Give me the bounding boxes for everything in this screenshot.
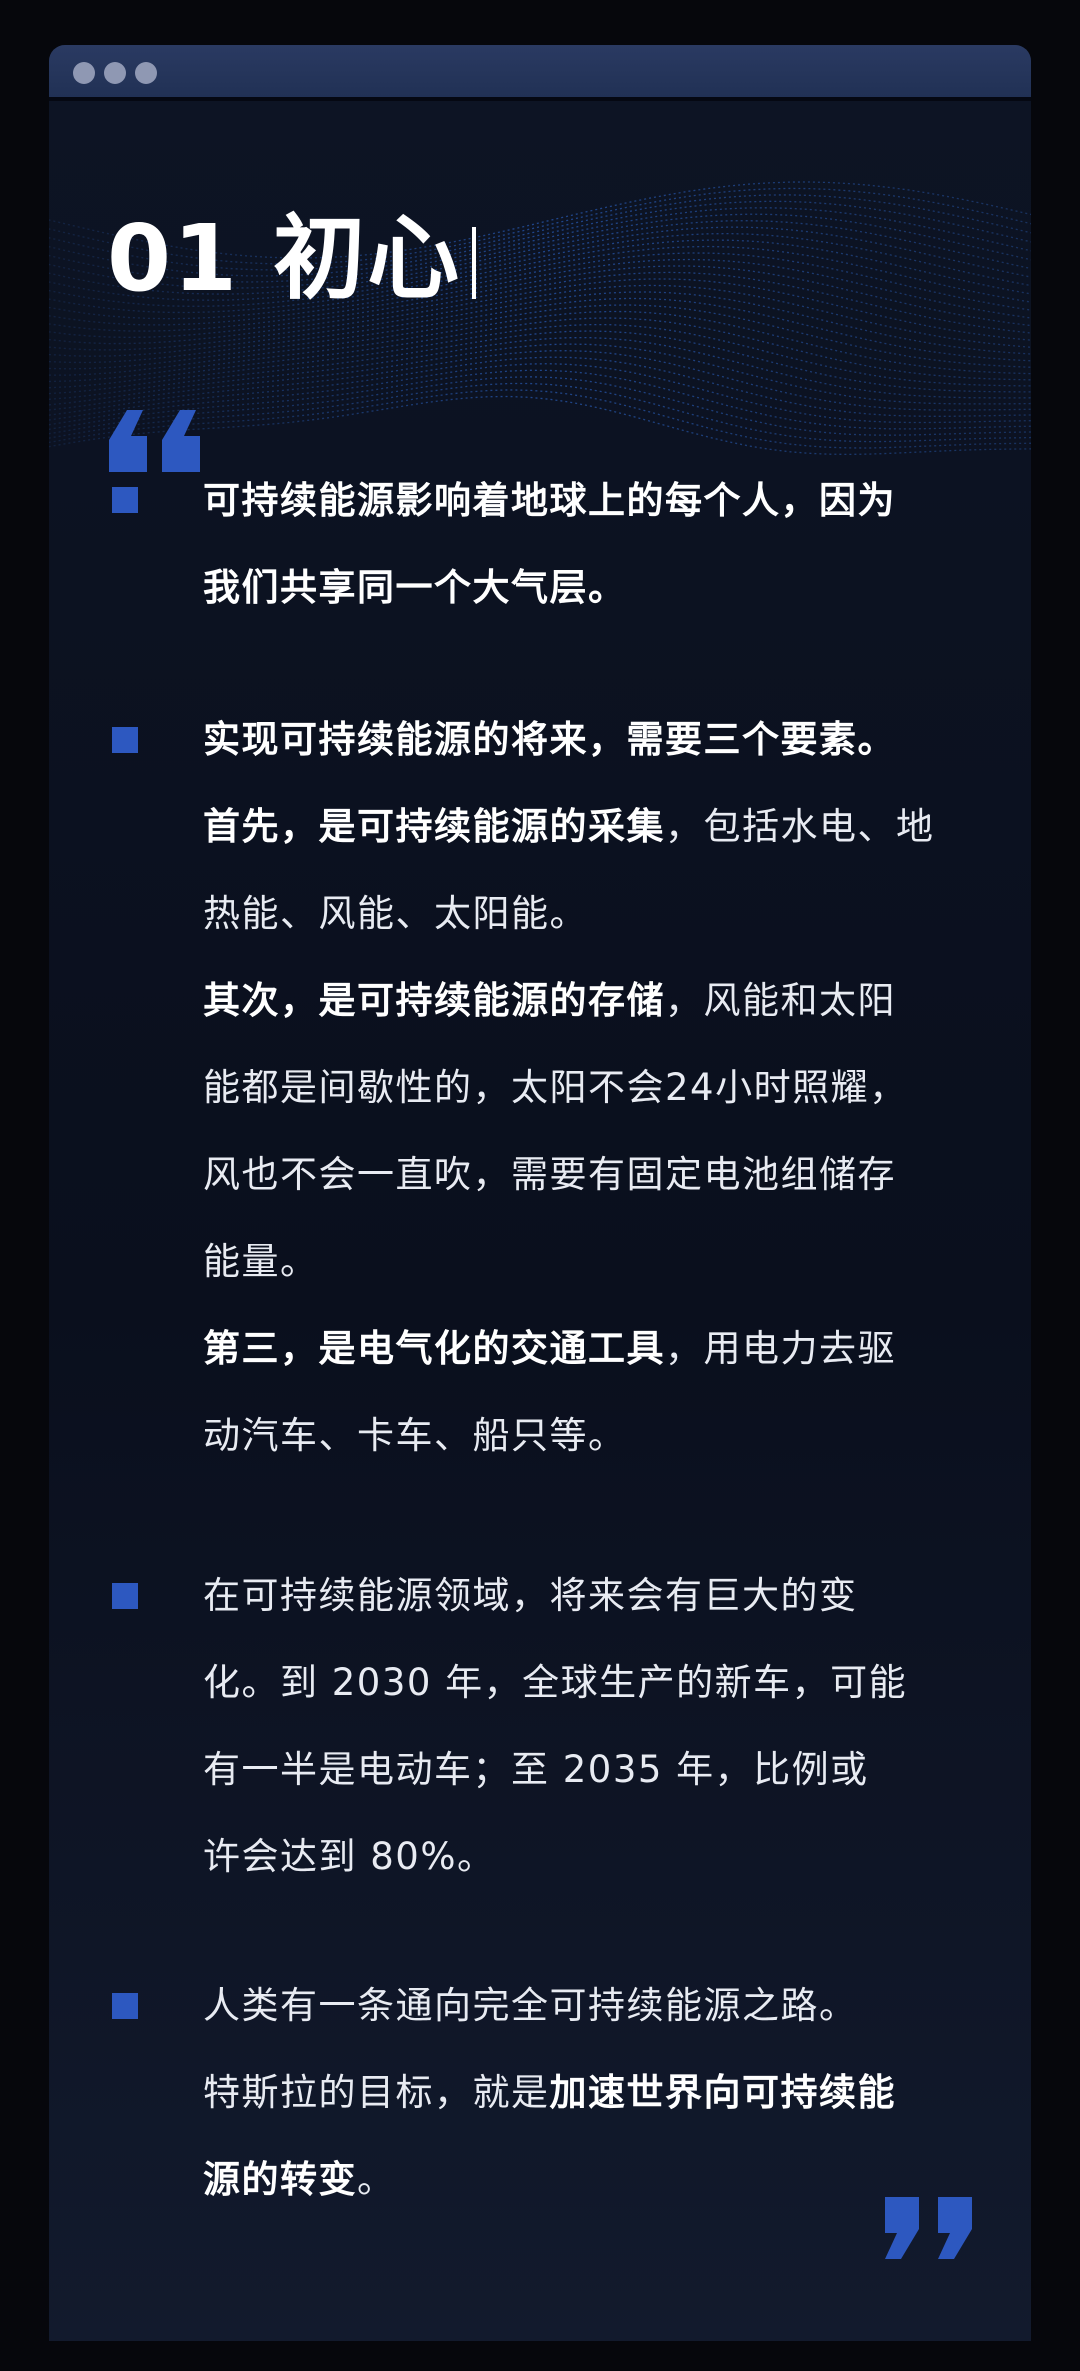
emphasis-text: 其次，是可持续能源的存储 [203,979,665,1022]
bullet-marker [112,1993,138,2019]
paragraph-line: 人类有一条通向完全可持续能源之路。 [203,1984,858,2027]
emphasis-text: 源的转变 [203,2158,357,2201]
paragraph-text: ，风能和太阳 [665,979,896,1022]
section-number: 01 [107,205,240,312]
window-dot-icon[interactable] [73,62,95,84]
paragraph-line: 我们共享同一个大气层。 [203,566,627,609]
emphasis-text: 首先，是可持续能源的采集 [203,805,665,848]
paragraph-line: 实现可持续能源的将来，需要三个要素。 [203,718,896,761]
paragraph-line: 能都是间歇性的，太阳不会24小时照耀， [203,1066,908,1109]
bullet-marker [112,487,138,513]
paragraph-text: ，用电力去驱 [665,1327,896,1370]
content-window: 01 初心 可持续能源影响着地球上的每个人，因为 我们共享同一个大气层。 实现可… [49,45,1031,2341]
bullet-paragraph-2: 实现可持续能源的将来，需要三个要素。 首先，是可持续能源的采集，包括水电、地 热… [203,696,1031,1479]
window-titlebar [49,45,1031,101]
bullet-marker [112,727,138,753]
bullet-paragraph-4: 人类有一条通向完全可持续能源之路。 特斯拉的目标，就是加速世界向可持续能 源的转… [203,1962,1031,2223]
paragraph-line: 能量。 [203,1240,319,1283]
paragraph-text: 。 [357,2158,396,2201]
title-cursor-bar [472,227,476,299]
bullet-paragraph-3: 在可持续能源领域，将来会有巨大的变 化。到 2030 年，全球生产的新车，可能 … [203,1552,1031,1900]
paragraph-line: 热能、风能、太阳能。 [203,892,588,935]
paragraph-text: 特斯拉的目标，就是 [203,2071,550,2114]
paragraph-line: 可持续能源影响着地球上的每个人，因为 [203,479,896,522]
open-quote-icon [109,410,200,472]
wave-line [49,343,1031,411]
emphasis-text: 第三，是电气化的交通工具 [203,1327,665,1370]
wave-line [49,350,1031,416]
wave-line [49,304,1031,376]
paragraph-line: 许会达到 80%。 [203,1835,496,1878]
paragraph-line: 动汽车、卡车、船只等。 [203,1414,627,1457]
paragraph-line: 化。到 2030 年，全球生产的新车，可能 [203,1661,908,1704]
bullet-paragraph-1: 可持续能源影响着地球上的每个人，因为 我们共享同一个大气层。 [203,457,1031,631]
paragraph-line: 在可持续能源领域，将来会有巨大的变 [203,1574,858,1617]
paragraph-line: 有一半是电动车；至 2035 年，比例或 [203,1748,869,1791]
wave-line [49,330,1031,400]
window-dot-icon[interactable] [135,62,157,84]
page-title: 01 初心 [107,213,461,305]
bullet-marker [112,1583,138,1609]
emphasis-text: 加速世界向可持续能 [549,2071,896,2114]
close-quote-icon [885,2197,972,2259]
paragraph-line: 风也不会一直吹，需要有固定电池组储存 [203,1153,896,1196]
window-dot-icon[interactable] [104,62,126,84]
wave-line [49,336,1031,406]
section-title: 初心 [273,205,462,312]
paragraph-text: ，包括水电、地 [665,805,935,848]
wave-line [49,323,1031,395]
